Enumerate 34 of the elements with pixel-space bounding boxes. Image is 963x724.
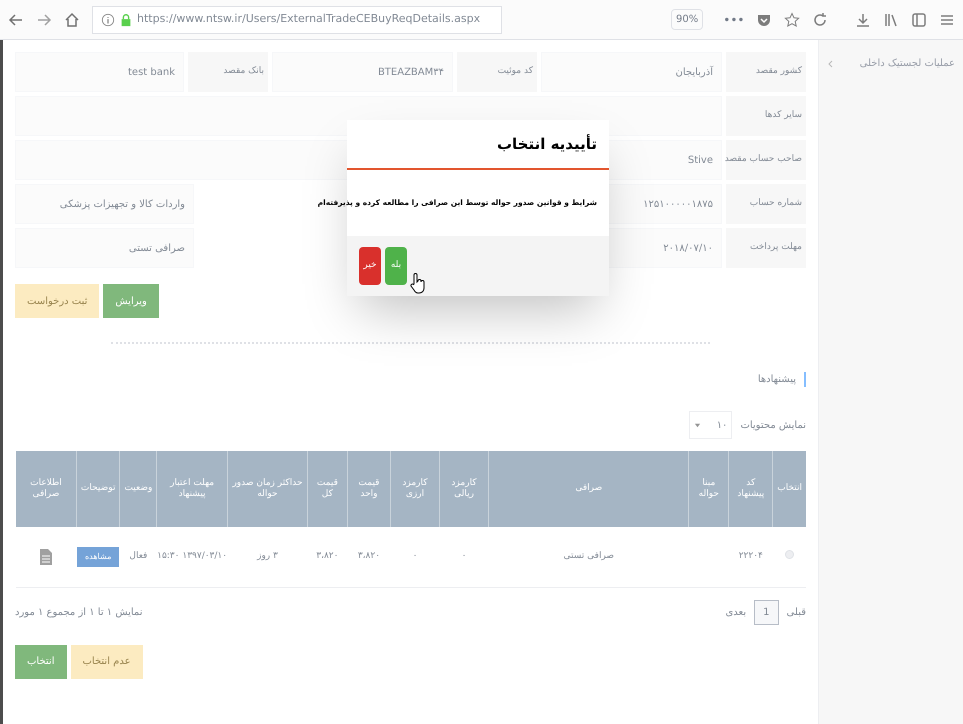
table-cell: فعال bbox=[120, 527, 157, 587]
table-cell: ۱۳۹۷/۰۳/۱۰ ۱۵:۳۰ bbox=[156, 527, 228, 587]
field-label: صاحب حساب مقصد bbox=[726, 140, 806, 180]
column-header: کارمزد ریالی bbox=[439, 451, 489, 527]
column-header: قیمت واحد bbox=[347, 451, 391, 527]
column-header: وضعیت bbox=[120, 451, 157, 527]
column-header: انتخاب bbox=[772, 451, 806, 527]
field-label: شماره حساب bbox=[726, 184, 806, 224]
column-header: اطلاعات صرافی bbox=[16, 451, 76, 527]
field-label: کشور مقصد bbox=[726, 52, 806, 92]
column-header: توضیحات bbox=[76, 451, 120, 527]
column-header: قیمت کل bbox=[308, 451, 348, 527]
table-cell: ۳،۸۲۰ bbox=[347, 527, 391, 587]
field-label: مهلت پرداخت bbox=[726, 228, 806, 268]
page-length-label: نمایش محتویات bbox=[740, 418, 806, 432]
field-label: کد موئیت bbox=[457, 52, 537, 92]
column-header: کارمزد ارزی bbox=[390, 451, 440, 527]
field-label: بانک مقصد bbox=[188, 52, 268, 92]
table-cell: ۰ bbox=[439, 527, 489, 587]
column-header: مبنا حواله bbox=[688, 451, 729, 527]
column-header: صرافی bbox=[488, 451, 689, 527]
column-header: حداکثر زمان صدور حواله bbox=[227, 451, 308, 527]
table-cell: صرافی تستی bbox=[488, 527, 689, 587]
table-cell: ۰ bbox=[390, 527, 440, 587]
field-label: سایر کدها bbox=[726, 96, 806, 136]
table-cell: ۲۲۲۰۴ bbox=[728, 527, 773, 587]
section-title: پیشنهادها bbox=[758, 374, 796, 385]
table-cell: ۳ روز bbox=[227, 527, 308, 587]
table-cell: ۳،۸۲۰ bbox=[308, 527, 348, 587]
dialog-title: تأییدیه انتخاب bbox=[496, 133, 597, 155]
url-text: https://www.ntsw.ir/Users/ExternalTradeCEBuyReqDetails.aspx bbox=[137, 11, 480, 28]
table-info: نمایش ۱ تا ۱ از مجموع ۱ مورد bbox=[15, 606, 142, 620]
column-header: کد پیشنهاد bbox=[728, 451, 773, 527]
column-header: مهلت اعتبار پیشنهاد bbox=[156, 451, 228, 527]
